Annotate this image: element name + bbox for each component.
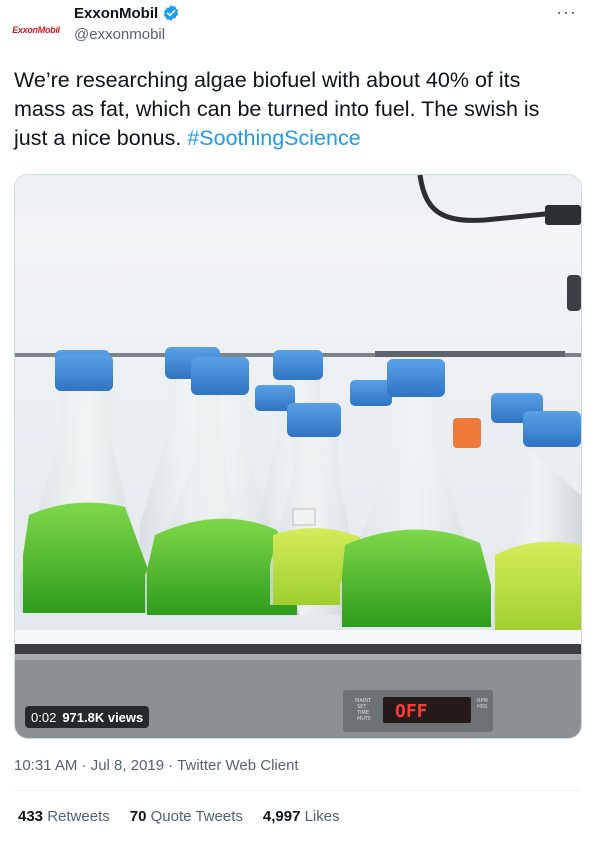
divider [14,790,581,791]
display-name[interactable]: ExxonMobil [74,4,180,22]
video-elapsed: 0:02 [31,709,57,725]
tweet-text: We’re researching algae biofuel with abo… [14,66,574,153]
quote-tweets-stat[interactable]: 70 Quote Tweets [130,808,243,825]
video-player[interactable]: OFF MAINT SET TIME MUTE RPM HRS 0:02 971… [14,174,582,739]
likes-label: Likes [304,808,340,825]
tweet-stats: 433 Retweets 70 Quote Tweets 4,997 Likes [18,808,340,825]
tweet-timestamp[interactable]: 10:31 AM · Jul 8, 2019 · Twitter Web Cli… [14,757,299,774]
likes-stat[interactable]: 4,997 Likes [263,808,340,825]
avatar-logo-text: ExxonMobil [12,25,60,35]
likes-count: 4,997 [262,808,301,825]
video-frame: OFF MAINT SET TIME MUTE RPM HRS [15,175,581,738]
avatar[interactable]: ExxonMobil [12,6,60,54]
retweets-count: 433 [18,808,44,825]
hashtag-link[interactable]: #SoothingScience [187,126,360,150]
quote-tweets-label: Quote Tweets [150,808,243,825]
display-name-text[interactable]: ExxonMobil [74,5,158,22]
tweet-header: ExxonMobil ExxonMobil @exxonmobil ··· [0,0,595,60]
panel-label-hrs: HRS [477,704,487,710]
panel-label-mute: MUTE [357,716,371,722]
display-readout: OFF [395,701,428,722]
user-handle[interactable]: @exxonmobil [74,26,165,43]
retweets-stat[interactable]: 433 Retweets [18,808,110,825]
video-views: 971.8K views [62,709,144,725]
quote-tweets-count: 70 [129,808,147,825]
verified-badge-icon [164,5,179,21]
video-stats-badge: 0:02 971.8K views [25,706,150,728]
retweets-label: Retweets [47,808,110,825]
more-horizontal-icon[interactable]: ··· [556,2,577,23]
